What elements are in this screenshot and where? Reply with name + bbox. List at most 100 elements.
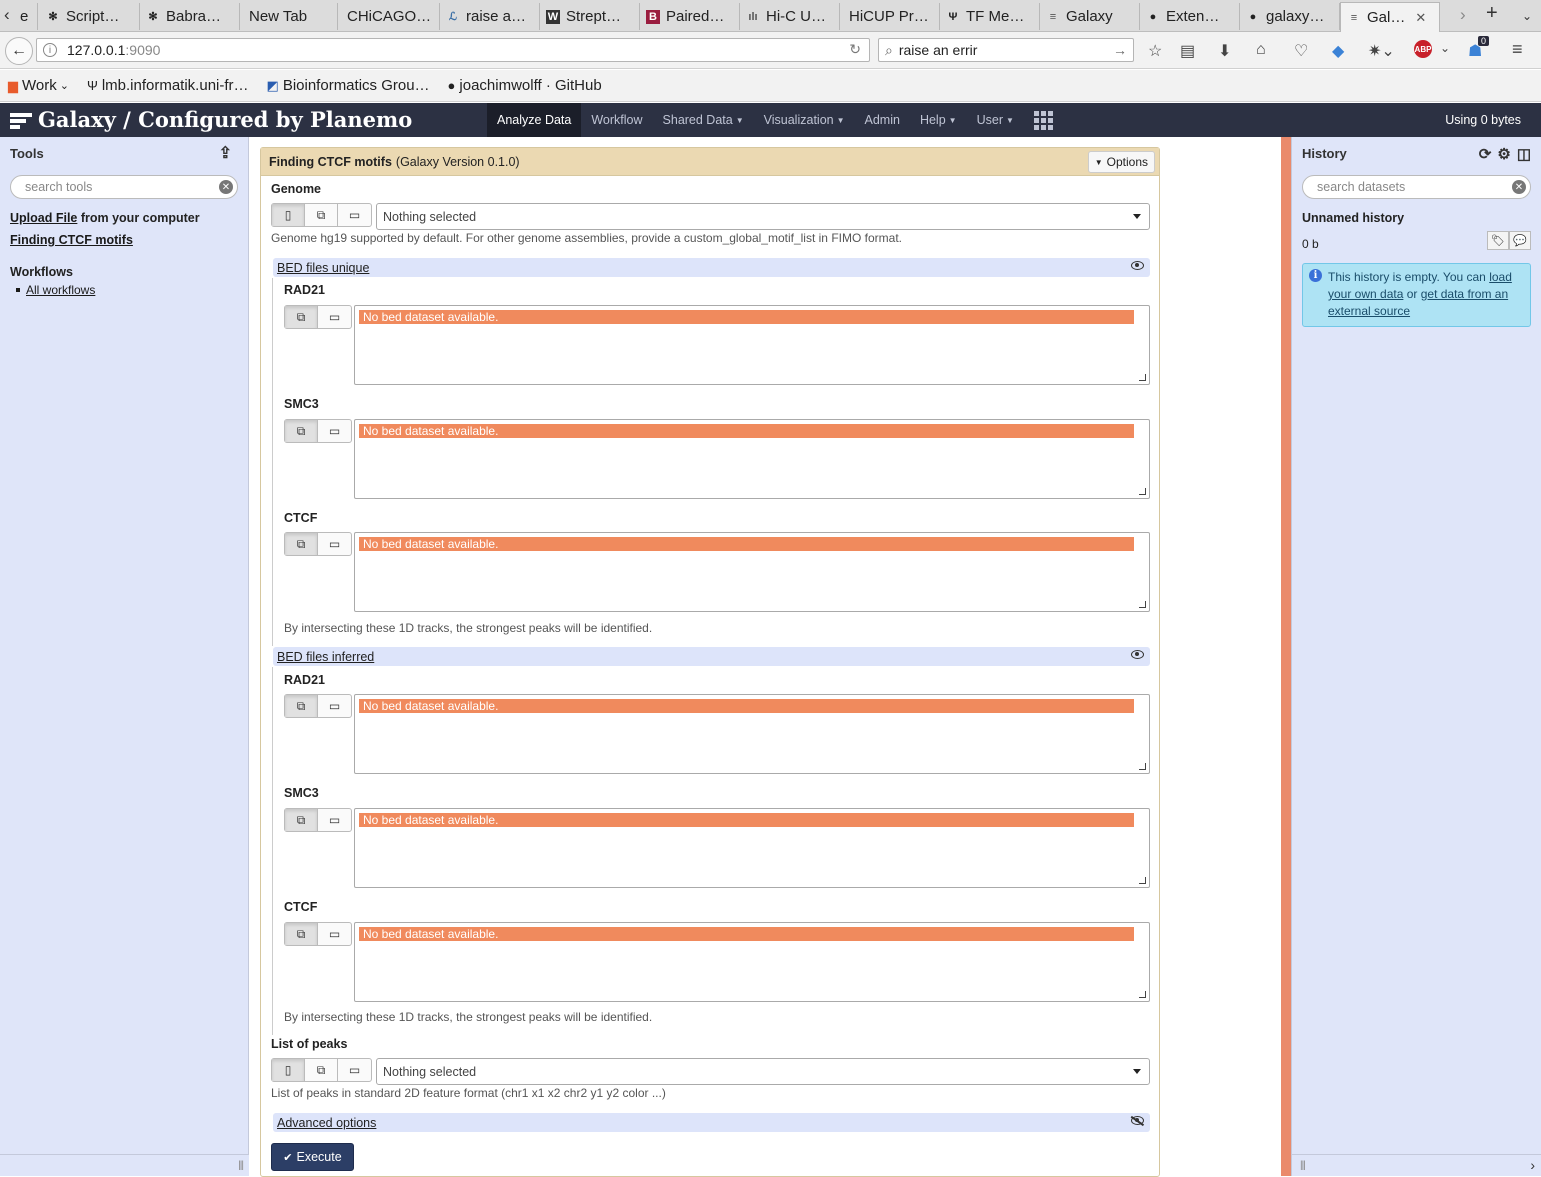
menu-analyze-data[interactable]: Analyze Data <box>487 103 582 137</box>
refresh-icon[interactable]: ⟳ <box>1479 145 1492 163</box>
adblock-menu-icon[interactable]: ⌄ <box>1440 41 1450 55</box>
browser-tab-1[interactable]: e <box>14 3 38 30</box>
multiple-datasets-icon[interactable]: ⧉ <box>285 306 318 328</box>
upload-file-link[interactable]: Upload File <box>10 211 77 225</box>
tab-scroll-right-icon[interactable]: › <box>1460 5 1466 25</box>
pocket-icon[interactable]: ♡ <box>1294 41 1308 61</box>
eye-slash-icon[interactable] <box>1131 1116 1144 1125</box>
collection-folder-icon[interactable]: ▭ <box>318 923 351 945</box>
multiple-datasets-icon[interactable]: ⧉ <box>285 420 318 442</box>
smc3-inferred-select[interactable]: No bed dataset available. <box>354 808 1150 888</box>
multiple-datasets-icon[interactable]: ⧉ <box>285 809 318 831</box>
menu-admin[interactable]: Admin <box>855 103 910 137</box>
search-go-arrow-icon[interactable]: → <box>1113 42 1127 58</box>
menu-workflow[interactable]: Workflow <box>581 103 652 137</box>
bookmark-lmb[interactable]: Ψlmb.informatik.uni-fr… <box>87 77 249 94</box>
collection-folder-icon[interactable]: ▭ <box>318 533 351 555</box>
url-bar[interactable]: i 127.0.0.1:9090 ↻ <box>36 38 870 62</box>
browser-tab-3[interactable]: ✻ Babra… <box>140 3 240 30</box>
resize-handle-icon[interactable]: ||| <box>238 1160 244 1171</box>
upload-icon[interactable]: ⇪ <box>219 143 232 163</box>
dataset-search-input[interactable]: search datasets ✕ <box>1302 175 1531 199</box>
browser-search-field[interactable]: ⌕ raise an errir → <box>878 38 1134 62</box>
section-advanced-options[interactable]: Advanced options <box>273 1113 1150 1132</box>
resize-handle-icon[interactable]: ||| <box>1300 1160 1306 1171</box>
bookmark-work[interactable]: ▆ Work ⌄ <box>8 77 69 94</box>
eye-icon[interactable] <box>1131 261 1144 270</box>
clear-search-icon[interactable]: ✕ <box>1512 180 1526 194</box>
browser-tab-4[interactable]: New Tab <box>240 3 338 30</box>
options-button[interactable]: ▼ Options <box>1087 151 1155 173</box>
reading-list-icon[interactable]: ▤ <box>1180 41 1195 61</box>
new-tab-icon[interactable]: + <box>1486 2 1498 25</box>
multiple-datasets-icon[interactable]: ⧉ <box>285 923 318 945</box>
extension-bug-icon[interactable]: ✷⌄ <box>1368 41 1395 61</box>
tab-scroll-left-icon[interactable]: ‹ <box>4 5 10 25</box>
gear-icon[interactable]: ⚙ <box>1497 145 1510 163</box>
multiple-datasets-icon[interactable]: ⧉ <box>305 204 338 226</box>
collection-folder-icon[interactable]: ▭ <box>318 420 351 442</box>
galaxy-brand[interactable]: Galaxy / Configured by Planemo <box>10 107 412 132</box>
resize-grip-icon[interactable] <box>1139 488 1146 495</box>
resize-grip-icon[interactable] <box>1139 601 1146 608</box>
browser-tab-11[interactable]: Ψ TF Me… <box>940 3 1040 30</box>
resize-grip-icon[interactable] <box>1139 877 1146 884</box>
collection-folder-icon[interactable]: ▭ <box>338 1059 371 1081</box>
menu-user[interactable]: User ▼ <box>967 103 1024 137</box>
extension-diamond-icon[interactable]: ◆ <box>1332 41 1344 61</box>
eye-icon[interactable] <box>1131 650 1144 659</box>
star-bookmark-icon[interactable]: ☆ <box>1148 41 1162 61</box>
browser-tab-9[interactable]: ılı Hi-C U… <box>740 3 840 30</box>
hamburger-menu-icon[interactable]: ≡ <box>1512 39 1523 60</box>
execute-button[interactable]: ✔ Execute <box>271 1143 354 1171</box>
multiple-datasets-icon[interactable]: ⧉ <box>285 533 318 555</box>
bookmark-bioinformatics[interactable]: ◩ Bioinformatics Grou… <box>267 77 430 94</box>
menu-shared-data[interactable]: Shared Data ▼ <box>653 103 754 137</box>
adblock-icon[interactable]: ABP <box>1414 40 1432 58</box>
columns-icon[interactable]: ◫ <box>1517 145 1531 163</box>
history-name[interactable]: Unnamed history <box>1302 211 1531 225</box>
reload-icon[interactable]: ↻ <box>849 41 861 58</box>
ctcf-inferred-select[interactable]: No bed dataset available. <box>354 922 1150 1002</box>
rad21-unique-select[interactable]: No bed dataset available. <box>354 305 1150 385</box>
section-bed-unique[interactable]: BED files unique <box>273 258 1150 277</box>
resize-grip-icon[interactable] <box>1139 763 1146 770</box>
tab-list-icon[interactable]: ⌄ <box>1522 9 1532 23</box>
section-bed-inferred[interactable]: BED files inferred <box>273 647 1150 666</box>
browser-tab-7[interactable]: W Strept… <box>540 3 640 30</box>
peaks-select[interactable]: Nothing selected <box>376 1058 1150 1085</box>
ctcf-unique-select[interactable]: No bed dataset available. <box>354 532 1150 612</box>
download-icon[interactable]: ⬇ <box>1218 41 1231 61</box>
clear-search-icon[interactable]: ✕ <box>219 180 233 194</box>
browser-tab-2[interactable]: ✻ Script… <box>40 3 140 30</box>
browser-tab-13[interactable]: ● Exten… <box>1140 3 1240 30</box>
home-icon[interactable]: ⌂ <box>1256 41 1266 59</box>
browser-tab-5[interactable]: CHiCAGO… <box>338 3 440 30</box>
menu-help[interactable]: Help ▼ <box>910 103 967 137</box>
menu-visualization[interactable]: Visualization ▼ <box>754 103 855 137</box>
resize-grip-icon[interactable] <box>1139 374 1146 381</box>
collection-folder-icon[interactable]: ▭ <box>318 306 351 328</box>
close-tab-icon[interactable]: ✕ <box>1415 10 1426 26</box>
browser-tab-8[interactable]: B Paired… <box>640 3 740 30</box>
collection-folder-icon[interactable]: ▭ <box>338 204 371 226</box>
panel-splitter[interactable] <box>1281 137 1291 1176</box>
bookmark-github[interactable]: ● joachimwolff · GitHub <box>448 77 602 94</box>
multiple-datasets-icon[interactable]: ⧉ <box>285 695 318 717</box>
info-icon[interactable]: i <box>43 43 57 57</box>
tags-icon[interactable]: 🏷 <box>1487 231 1509 250</box>
browser-tab-6[interactable]: ℒraise a… <box>440 3 540 30</box>
resize-grip-icon[interactable] <box>1139 991 1146 998</box>
collection-folder-icon[interactable]: ▭ <box>318 695 351 717</box>
menu-scratchbook[interactable] <box>1024 103 1063 137</box>
rad21-inferred-select[interactable]: No bed dataset available. <box>354 694 1150 774</box>
finding-ctcf-link[interactable]: Finding CTCF motifs <box>10 233 133 247</box>
genome-select[interactable]: Nothing selected <box>376 203 1150 230</box>
multiple-datasets-icon[interactable]: ⧉ <box>305 1059 338 1081</box>
browser-tab-10[interactable]: HiCUP Pr… <box>840 3 940 30</box>
chevron-right-icon[interactable]: › <box>1530 1157 1535 1173</box>
collection-folder-icon[interactable]: ▭ <box>318 809 351 831</box>
tool-search-input[interactable]: search tools ✕ <box>10 175 238 199</box>
browser-tab-12[interactable]: ≡ Galaxy <box>1040 3 1140 30</box>
annotation-comment-icon[interactable]: 💬 <box>1509 231 1531 250</box>
